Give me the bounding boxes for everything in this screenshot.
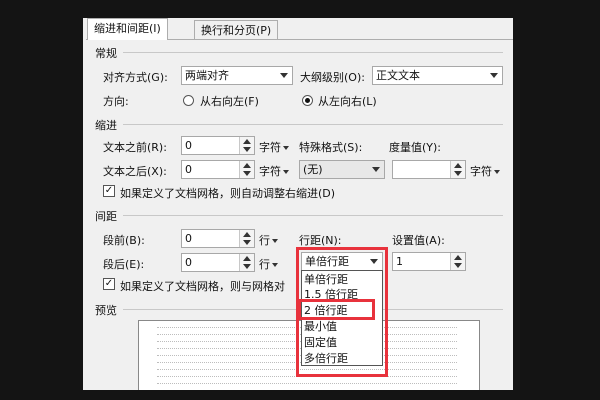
special-format-label: 特殊格式(S): (299, 141, 363, 154)
space-after-unit[interactable]: 行 (259, 256, 278, 272)
setting-value-label: 设置值(A): (392, 234, 445, 247)
ltr-label[interactable]: 从左向右(L) (318, 93, 377, 109)
alignment-label: 对齐方式(G): (103, 71, 168, 84)
option-single[interactable]: 单倍行距 (304, 272, 348, 287)
unit-dropdown-icon (494, 170, 500, 174)
line-spacing-value: 单倍行距 (305, 255, 349, 268)
preview-section-title: 预览 (95, 304, 117, 317)
measure-spinner[interactable] (392, 160, 466, 179)
alignment-select[interactable]: 两端对齐 (181, 66, 293, 85)
spacing-section-title: 间距 (95, 210, 117, 223)
chevron-down-icon (280, 73, 288, 78)
preview-line (157, 376, 457, 378)
general-section-title: 常规 (95, 47, 117, 60)
setting-value: 1 (396, 255, 403, 268)
unit-dropdown-icon (272, 239, 278, 243)
snap-grid-checkbox[interactable]: ✓ (103, 278, 115, 290)
indent-after-spinner[interactable]: 0 (181, 160, 255, 179)
option-multiple[interactable]: 多倍行距 (304, 351, 348, 366)
spin-down-icon[interactable] (454, 171, 462, 176)
spin-down-icon[interactable] (243, 147, 251, 152)
screenshot-frame: 缩进和间距(I) 换行和分页(P) 常规 对齐方式(G): 两端对齐 大纲级别(… (0, 0, 600, 400)
spin-up-icon[interactable] (243, 139, 251, 144)
snap-grid-label[interactable]: 如果定义了文档网格，则与网格对 (120, 278, 285, 294)
divider (123, 124, 503, 125)
line-spacing-dropdown: 单倍行距 1.5 倍行距 2 倍行距 最小值 固定值 多倍行距 (301, 270, 383, 366)
indent-after-label: 文本之后(X): (103, 165, 167, 178)
space-after-label: 段后(E): (103, 258, 145, 271)
outline-level-value: 正文文本 (376, 69, 420, 82)
unit-dropdown-icon (272, 263, 278, 267)
preview-line (157, 369, 457, 371)
special-format-value: (无) (303, 163, 323, 176)
indent-section-title: 缩进 (95, 119, 117, 132)
paragraph-dialog: 缩进和间距(I) 换行和分页(P) 常规 对齐方式(G): 两端对齐 大纲级别(… (83, 18, 513, 390)
measure-label: 度量值(Y): (389, 141, 442, 154)
indent-after-value: 0 (185, 163, 192, 176)
space-after-value: 0 (185, 256, 192, 269)
spin-up-icon[interactable] (243, 232, 251, 237)
direction-label: 方向: (103, 95, 129, 108)
spin-down-icon[interactable] (243, 240, 251, 245)
option-exactly[interactable]: 固定值 (304, 335, 337, 350)
setting-value-spinner[interactable]: 1 (392, 252, 466, 271)
option-at-least[interactable]: 最小值 (304, 319, 337, 334)
chevron-down-icon (370, 259, 378, 264)
unit-dropdown-icon (283, 170, 289, 174)
space-before-unit[interactable]: 行 (259, 232, 278, 248)
preview-line (157, 383, 457, 385)
alignment-value: 两端对齐 (185, 69, 229, 82)
line-spacing-label: 行距(N): (299, 234, 342, 247)
spin-down-icon[interactable] (243, 171, 251, 176)
option-one-half[interactable]: 1.5 倍行距 (304, 287, 358, 302)
measure-unit[interactable]: 字符 (470, 163, 500, 179)
rtl-radio[interactable] (183, 95, 194, 106)
indent-before-unit[interactable]: 字符 (259, 139, 289, 155)
indent-after-unit[interactable]: 字符 (259, 163, 289, 179)
chevron-down-icon (490, 73, 498, 78)
line-spacing-select[interactable]: 单倍行距 (301, 252, 383, 271)
divider (123, 52, 503, 53)
space-before-value: 0 (185, 232, 192, 245)
spin-down-icon[interactable] (243, 264, 251, 269)
auto-indent-label[interactable]: 如果定义了文档网格，则自动调整右缩进(D) (120, 185, 335, 201)
unit-dropdown-icon (283, 146, 289, 150)
chevron-down-icon (372, 167, 380, 172)
spin-down-icon[interactable] (454, 263, 462, 268)
indent-before-value: 0 (185, 139, 192, 152)
spin-up-icon[interactable] (243, 256, 251, 261)
ltr-radio[interactable] (302, 95, 313, 106)
indent-before-label: 文本之前(R): (103, 141, 167, 154)
indent-before-spinner[interactable]: 0 (181, 136, 255, 155)
spin-up-icon[interactable] (243, 163, 251, 168)
spin-up-icon[interactable] (454, 163, 462, 168)
tab-line-page[interactable]: 换行和分页(P) (194, 20, 279, 39)
space-after-spinner[interactable]: 0 (181, 253, 255, 272)
auto-indent-checkbox[interactable]: ✓ (103, 185, 115, 197)
outline-level-select[interactable]: 正文文本 (372, 66, 503, 85)
rtl-label[interactable]: 从右向左(F) (200, 93, 259, 109)
divider (123, 215, 503, 216)
option-double[interactable]: 2 倍行距 (304, 303, 348, 318)
special-format-select[interactable]: (无) (299, 160, 385, 179)
tab-indent-spacing[interactable]: 缩进和间距(I) (87, 18, 168, 40)
space-before-label: 段前(B): (103, 234, 145, 247)
outline-level-label: 大纲级别(O): (300, 71, 365, 84)
space-before-spinner[interactable]: 0 (181, 229, 255, 248)
spin-up-icon[interactable] (454, 255, 462, 260)
